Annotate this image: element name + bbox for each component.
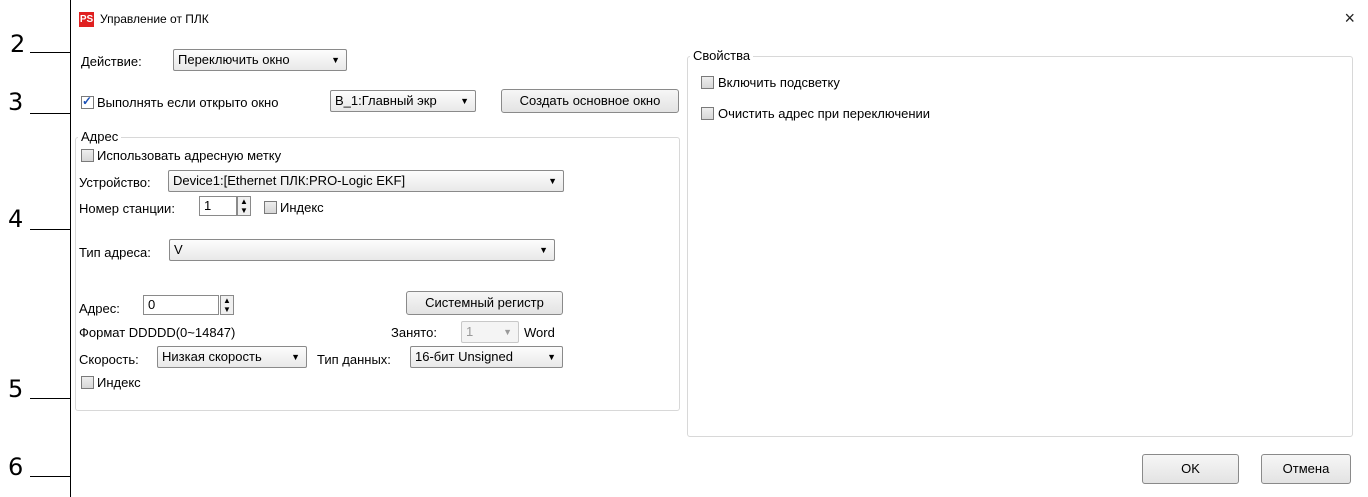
chevron-down-icon: ▼: [539, 245, 548, 255]
speed-label: Скорость:: [79, 352, 139, 367]
callout-6: 6: [8, 453, 24, 481]
system-register-button[interactable]: Системный регистр: [406, 291, 563, 315]
clear-address-label: Очистить адрес при переключении: [718, 106, 931, 121]
station-input[interactable]: 1: [199, 196, 237, 216]
station-label: Номер станции:: [79, 201, 175, 216]
station-spinner[interactable]: ▲ ▼: [237, 196, 251, 216]
window-title: Управление от ПЛК: [100, 12, 209, 26]
use-tag-checkbox[interactable]: [81, 149, 94, 162]
callout-5: 5: [8, 375, 24, 403]
clear-address-checkbox[interactable]: [701, 107, 714, 120]
create-main-window-button[interactable]: Создать основное окно: [501, 89, 679, 113]
plc-control-dialog: PS Управление от ПЛК × Действие: Переклю…: [70, 0, 1368, 497]
exec-if-open-checkbox[interactable]: [81, 94, 94, 109]
index-label: Индекс: [97, 375, 141, 390]
spin-up-icon[interactable]: ▲: [238, 197, 250, 206]
occupied-unit: Word: [524, 325, 555, 340]
device-label: Устройство:: [79, 175, 151, 190]
callout-2: 2: [10, 30, 26, 58]
station-index-label: Индекс: [280, 200, 324, 215]
backlight-label: Включить подсветку: [718, 75, 840, 90]
device-value: Device1:[Ethernet ПЛК:PRO-Logic EKF]: [173, 173, 406, 188]
speed-select[interactable]: Низкая скорость ▼: [157, 346, 307, 368]
ok-button[interactable]: OK: [1142, 454, 1239, 484]
exec-if-open-label: Выполнять если открыто окно: [97, 95, 279, 110]
address-group-title: Адрес: [78, 129, 122, 144]
action-label: Действие:: [81, 54, 142, 69]
address-spinner[interactable]: ▲ ▼: [220, 295, 234, 315]
datatype-value: 16-бит Unsigned: [415, 349, 513, 364]
chevron-down-icon: ▼: [331, 55, 340, 65]
close-icon[interactable]: ×: [1344, 9, 1355, 27]
action-value: Переключить окно: [178, 52, 290, 67]
callout-3: 3: [8, 88, 24, 116]
chevron-down-icon: ▼: [503, 327, 512, 337]
addr-type-select[interactable]: V ▼: [169, 239, 555, 261]
addr-type-label: Тип адреса:: [79, 245, 151, 260]
action-select[interactable]: Переключить окно ▼: [173, 49, 347, 71]
chevron-down-icon: ▼: [547, 352, 556, 362]
use-tag-label: Использовать адресную метку: [97, 148, 282, 163]
datatype-select[interactable]: 16-бит Unsigned ▼: [410, 346, 563, 368]
device-select[interactable]: Device1:[Ethernet ПЛК:PRO-Logic EKF] ▼: [168, 170, 564, 192]
datatype-label: Тип данных:: [317, 352, 391, 367]
addr-type-value: V: [174, 242, 183, 257]
window-select[interactable]: B_1:Главный экр ▼: [330, 90, 476, 112]
spin-down-icon[interactable]: ▼: [221, 305, 233, 314]
occupied-select[interactable]: 1 ▼: [461, 321, 519, 343]
index-checkbox[interactable]: [81, 376, 94, 389]
callout-4: 4: [8, 205, 24, 233]
station-index-checkbox[interactable]: [264, 201, 277, 214]
speed-value: Низкая скорость: [162, 349, 262, 364]
address-input[interactable]: 0: [143, 295, 219, 315]
format-text: Формат DDDDD(0~14847): [79, 325, 236, 340]
address-label: Адрес:: [79, 301, 120, 316]
spin-down-icon[interactable]: ▼: [238, 206, 250, 215]
chevron-down-icon: ▼: [548, 176, 557, 186]
backlight-checkbox[interactable]: [701, 76, 714, 89]
chevron-down-icon: ▼: [460, 96, 469, 106]
spin-up-icon[interactable]: ▲: [221, 296, 233, 305]
chevron-down-icon: ▼: [291, 352, 300, 362]
window-select-value: B_1:Главный экр: [335, 93, 437, 108]
properties-group-title: Свойства: [690, 48, 754, 63]
occupied-label: Занято:: [391, 325, 437, 340]
cancel-button[interactable]: Отмена: [1261, 454, 1351, 484]
occupied-value: 1: [466, 324, 474, 339]
app-icon: PS: [79, 12, 94, 27]
